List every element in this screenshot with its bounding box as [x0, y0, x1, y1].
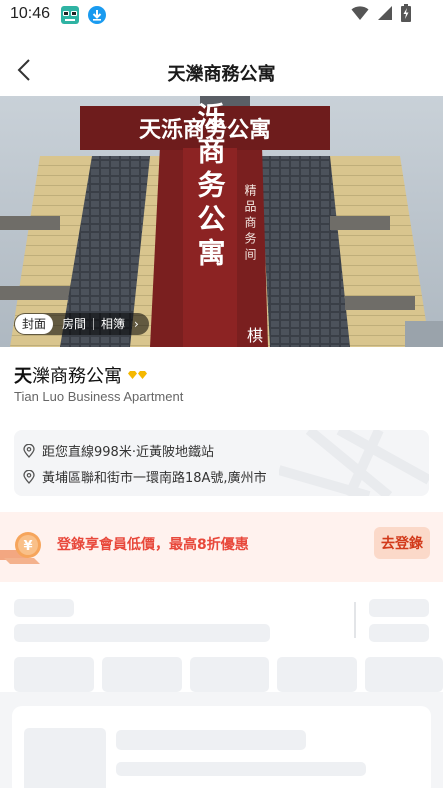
- download-circle-icon: [88, 6, 106, 24]
- login-button[interactable]: 去登錄: [374, 527, 430, 559]
- status-indicators: [351, 4, 411, 26]
- distance-text: 距您直線998米·近黃陂地鐵站: [42, 445, 214, 460]
- hotel-photo[interactable]: 天泺商务公寓 天泺商务公寓 精品商务间 棋: [0, 96, 443, 347]
- tab-rooms[interactable]: 房間: [55, 314, 93, 334]
- hotel-name-english: Tian Luo Business Apartment: [14, 389, 184, 404]
- page-title: 天濼商務公寓: [167, 64, 276, 85]
- location-pin-icon: [23, 469, 35, 484]
- skeleton-line: [369, 624, 429, 642]
- cellular-signal-icon: [377, 5, 393, 25]
- chevron-right-icon[interactable]: ›: [134, 317, 139, 331]
- skeleton-line: [14, 624, 270, 642]
- skeleton-line: [116, 762, 366, 776]
- wifi-icon: [351, 5, 369, 25]
- skeleton-chip: [190, 657, 269, 692]
- hotel-name-first-char: 天: [14, 366, 32, 387]
- diamond-badge-icon[interactable]: [128, 371, 147, 379]
- skeleton-chip: [277, 657, 357, 692]
- room-card-skeleton: [12, 706, 431, 788]
- battery-charging-icon: [401, 4, 411, 26]
- sign-vertical-text: 天泺商务公寓: [194, 96, 227, 272]
- svg-text:¥: ¥: [23, 539, 32, 554]
- address-line: 黃埔區聯和街市一環南路18A號,廣州市: [22, 467, 267, 486]
- location-card[interactable]: 距您直線998米·近黃陂地鐵站 黃埔區聯和街市一環南路18A號,廣州市: [14, 430, 429, 496]
- tab-album[interactable]: 相簿: [94, 314, 132, 334]
- status-bar: 10:46: [0, 0, 443, 30]
- hotel-name-rest: 濼商務公寓: [32, 366, 122, 387]
- skeleton-chip: [365, 657, 443, 692]
- map-watermark-icon: [279, 430, 429, 496]
- promo-text: 登錄享會員低價，最高8折優惠: [57, 537, 249, 553]
- photo-category-tabs: 封面 房間 相簿 ›: [14, 313, 149, 335]
- tab-cover[interactable]: 封面: [15, 314, 54, 334]
- nav-header: 天濼商務公寓: [0, 48, 443, 96]
- status-time: 10:46: [10, 5, 51, 22]
- sign-side-text: 精品商务间: [243, 184, 257, 264]
- skeleton-chip: [102, 657, 182, 692]
- hotel-name: 天濼商務公寓: [14, 362, 122, 388]
- skeleton-line: [116, 730, 306, 750]
- distance-line: 距您直線998米·近黃陂地鐵站: [22, 441, 214, 460]
- skeleton-thumbnail: [24, 728, 106, 788]
- skeleton-line: [14, 599, 74, 617]
- skeleton-divider: [354, 602, 356, 638]
- skeleton-line: [369, 599, 429, 617]
- glasses-app-icon: [60, 5, 80, 25]
- hotel-name-row: 天濼商務公寓: [14, 362, 147, 388]
- skeleton-chip: [14, 657, 94, 692]
- address-text: 黃埔區聯和街市一環南路18A號,廣州市: [42, 471, 267, 486]
- location-pin-icon: [23, 443, 35, 458]
- yuan-coin-icon: ¥: [0, 532, 41, 564]
- sign-extra-text: 棋: [247, 326, 263, 345]
